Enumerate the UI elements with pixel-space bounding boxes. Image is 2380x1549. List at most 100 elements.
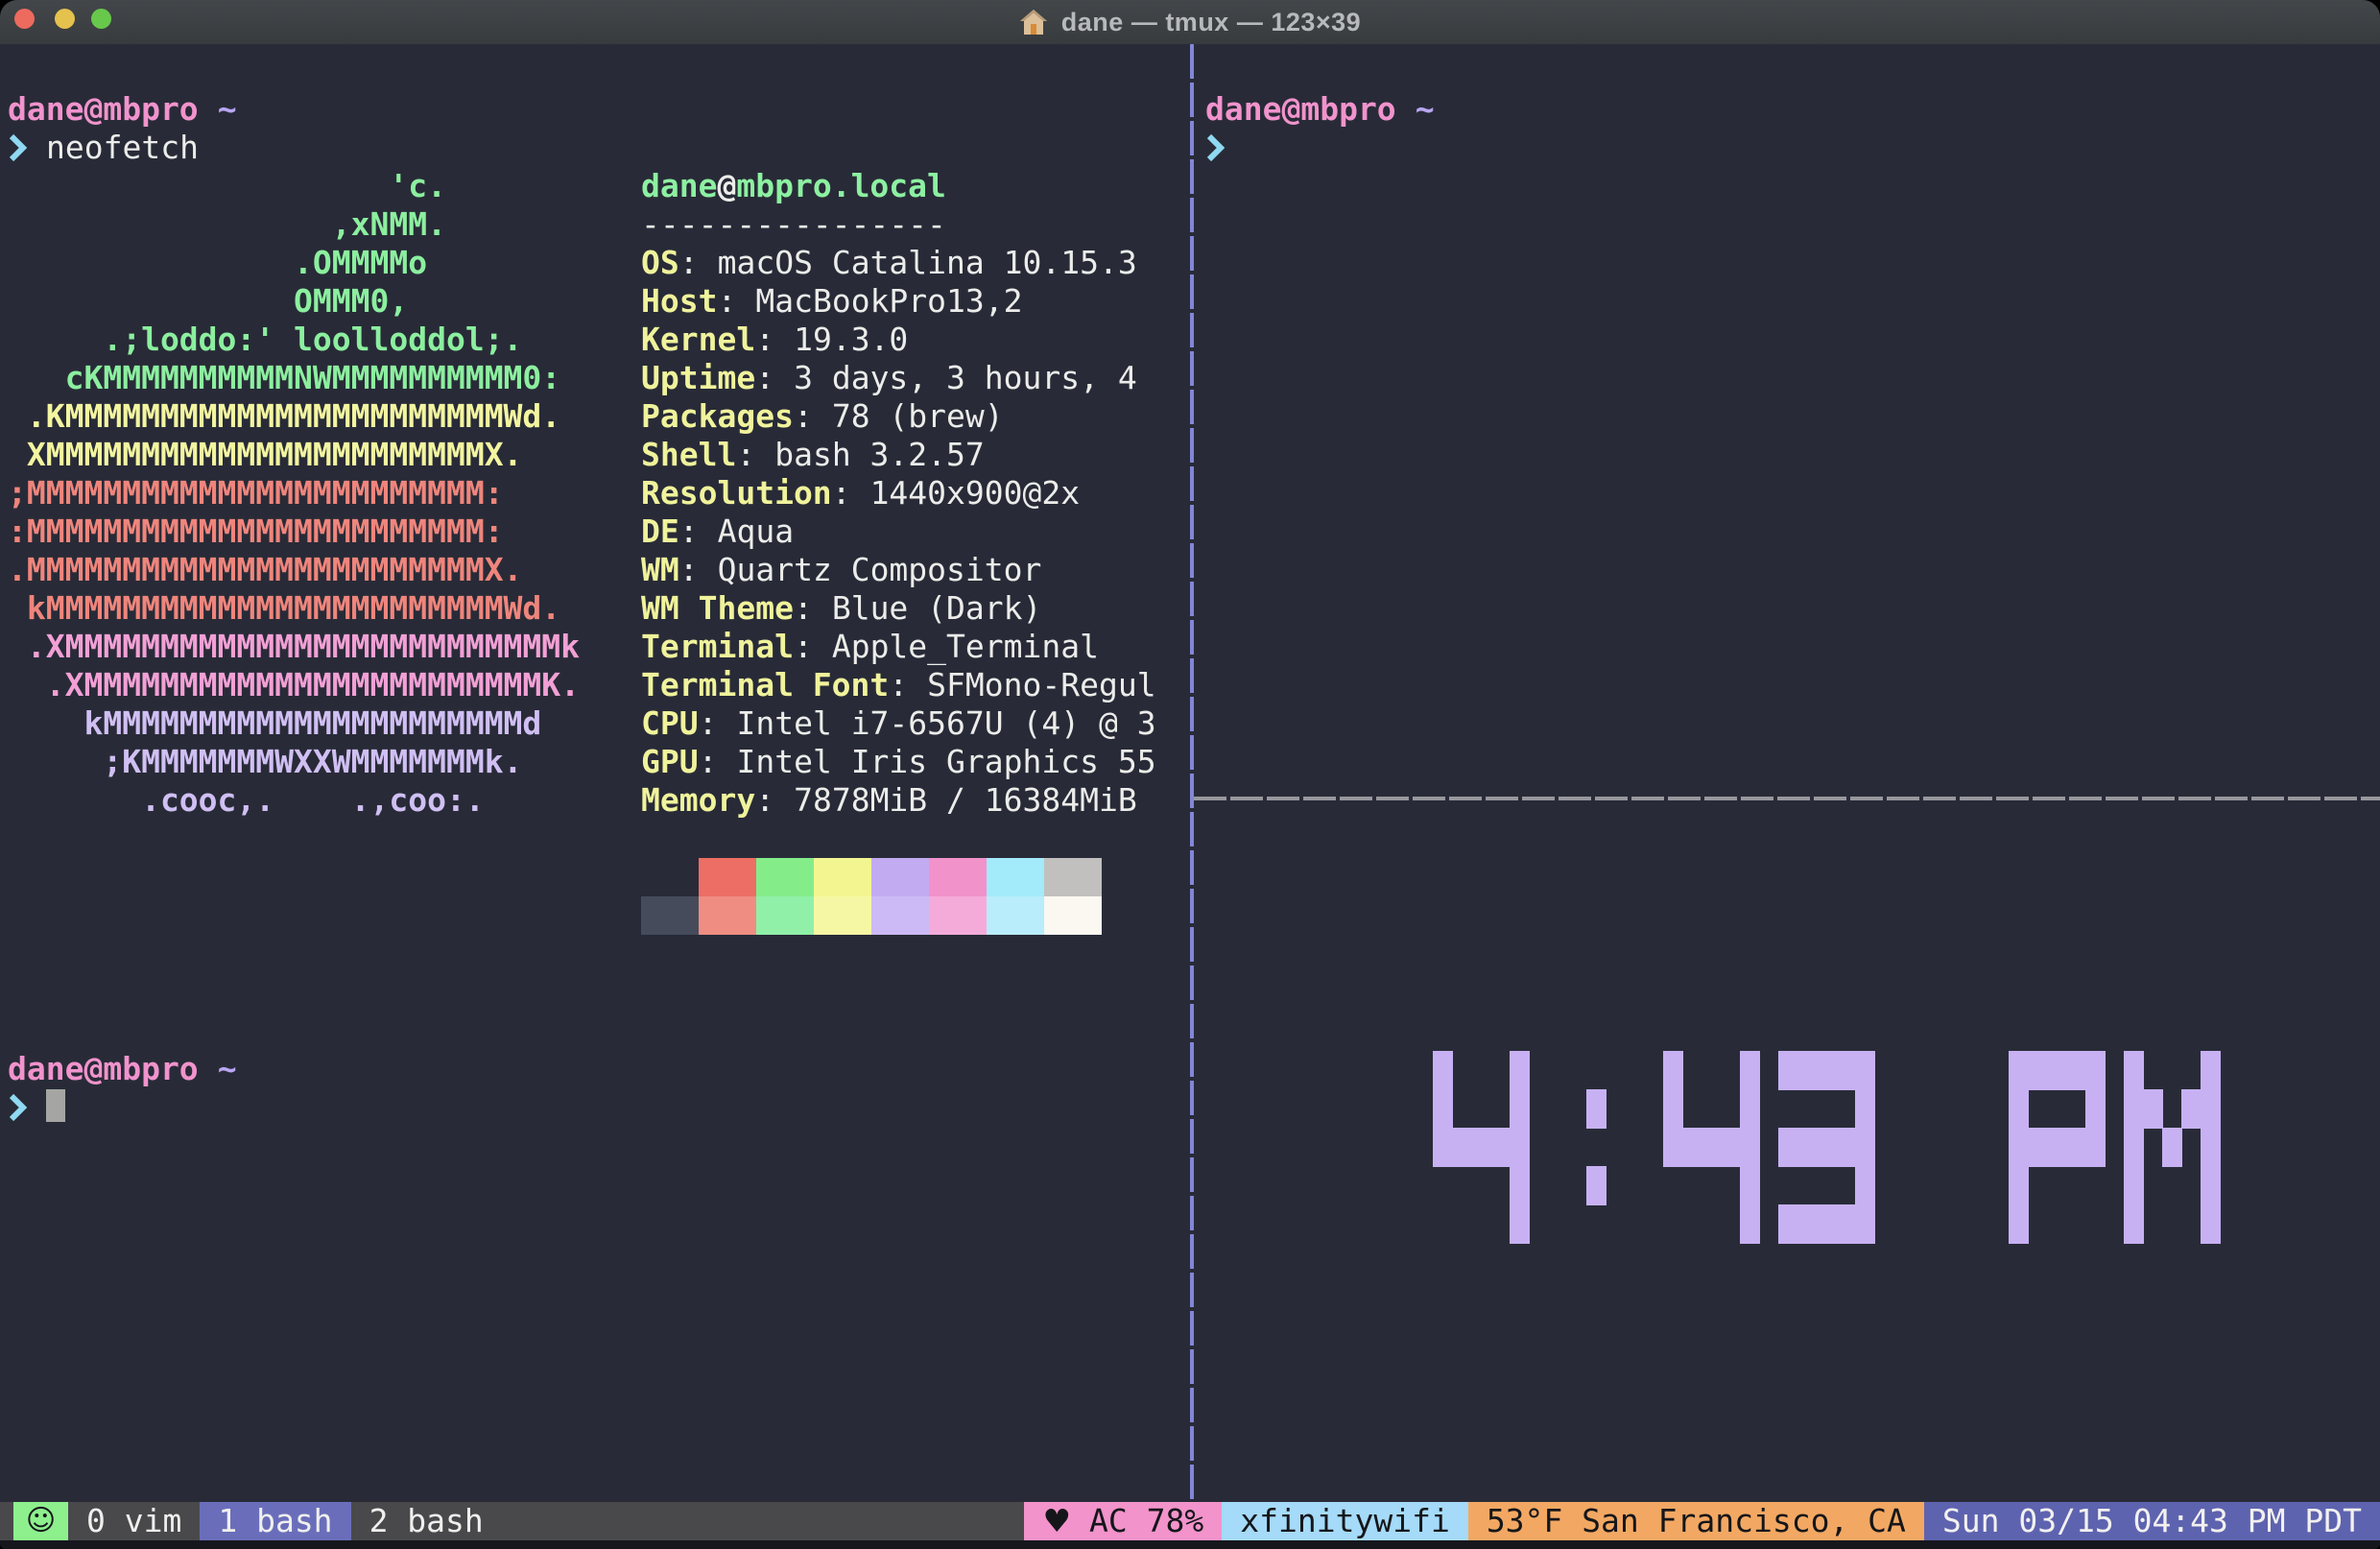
clock-pixel xyxy=(1740,1166,1760,1205)
status-segment-text: AC 78% xyxy=(1089,1502,1204,1539)
neofetch-info-value: Aqua xyxy=(717,512,795,550)
clock-pixel xyxy=(1740,1051,1760,1090)
neofetch-info-label: Uptime xyxy=(641,359,756,396)
clock-pixel xyxy=(2085,1051,2106,1090)
status-segment-3: Sun 03/15 04:43 PM PDT xyxy=(1923,1502,2380,1540)
window-tab-0-vim[interactable]: 0 vim xyxy=(68,1502,200,1540)
clock-pixel xyxy=(2124,1051,2144,1090)
clock-pixel xyxy=(1433,1128,1453,1167)
clock-pixel xyxy=(2124,1089,2144,1129)
prompt-chevron-icon xyxy=(9,133,27,162)
pane-divider-horizontal[interactable] xyxy=(1194,797,2380,800)
minimize-button[interactable] xyxy=(55,9,75,29)
neofetch-info-colon: : xyxy=(717,282,737,320)
clock-pixel xyxy=(1471,1128,1491,1167)
neofetch-info-value: MacBookPro13,2 xyxy=(755,282,1023,320)
neofetch-info-label: CPU xyxy=(641,704,699,742)
zoom-button[interactable] xyxy=(91,9,111,29)
clock-pixel xyxy=(2201,1166,2221,1205)
neofetch-info-label: OS xyxy=(641,244,679,281)
neofetch-row: .OMMMMo OS: macOS Catalina 10.15.3 xyxy=(8,244,1186,282)
prompt-user: dane@mbpro xyxy=(1205,90,1396,128)
neofetch-info-value: Blue (Dark) xyxy=(831,589,1042,627)
window-tab-1-bash[interactable]: 1 bash xyxy=(200,1502,351,1540)
house-icon xyxy=(1019,10,1047,35)
prompt-user: dane@mbpro xyxy=(8,1050,199,1087)
clock-pixel xyxy=(1510,1204,1530,1244)
palette-swatch xyxy=(987,896,1044,935)
neofetch-info-colon: : xyxy=(678,512,699,550)
neofetch-info-line: Uptime: 3 days, 3 hours, 4 xyxy=(641,359,1137,397)
neofetch-info-value: 3 days, 3 hours, 4 xyxy=(794,359,1137,396)
prompt-chevron-icon xyxy=(9,1093,27,1122)
clock-pixel xyxy=(2009,1204,2029,1244)
clock-pixel xyxy=(1490,1128,1511,1167)
clock-pixel xyxy=(1586,1166,1606,1205)
clock-pixel xyxy=(1855,1051,1875,1090)
status-segment-0: ♥ AC 78% xyxy=(1024,1502,1223,1540)
neofetch-info-line: CPU: Intel i7-6567U (4) @ 3 xyxy=(641,704,1156,743)
clock-pixel xyxy=(1797,1128,1818,1167)
neofetch-info-label: Kernel xyxy=(641,321,756,358)
close-button[interactable] xyxy=(14,9,35,29)
right-pane-top[interactable]: dane@mbpro ~ xyxy=(1205,52,2372,167)
neofetch-info-value: 1440x900@2x xyxy=(869,474,1081,512)
clock-pixel xyxy=(1433,1051,1453,1090)
clock-pixel xyxy=(1817,1204,1837,1244)
neofetch-row: ,xNMM. ---------------- xyxy=(8,205,1186,244)
clock-pixel xyxy=(2028,1051,2048,1090)
neofetch-at: @ xyxy=(717,167,737,204)
clock-pixel xyxy=(1740,1089,1760,1129)
clock-pixel xyxy=(1836,1204,1856,1244)
prompt-line: dane@mbpro ~ xyxy=(1205,90,2372,129)
neofetch-info-colon: : xyxy=(698,704,718,742)
clock-pixel xyxy=(1663,1051,1683,1090)
neofetch-info-value: Intel i7-6567U (4) @ 3 xyxy=(736,704,1156,742)
session-indicator[interactable]: ☺ xyxy=(13,1502,68,1540)
prompt-user: dane@mbpro xyxy=(8,90,199,128)
neofetch-info-label: WM xyxy=(641,551,679,588)
clock-pixel xyxy=(1855,1128,1875,1167)
prompt-line: dane@mbpro ~ xyxy=(8,90,1186,129)
prompt-chevron-line xyxy=(1205,129,2372,167)
neofetch-art-line: .XMMMMMMMMMMMMMMMMMMMMMMMMMMk xyxy=(8,628,581,665)
neofetch-user: dane xyxy=(641,167,718,204)
neofetch-info-colon: : xyxy=(678,551,699,588)
window-tab-2-bash[interactable]: 2 bash xyxy=(351,1502,502,1540)
prompt-line: dane@mbpro ~ xyxy=(8,1050,1186,1088)
clock-pixel xyxy=(1721,1128,1741,1167)
prompt-chevron-icon xyxy=(1206,133,1225,162)
clock-pixel xyxy=(2009,1128,2029,1167)
clock xyxy=(1433,1051,2221,1244)
clock-pixel xyxy=(2009,1089,2029,1129)
palette-swatch xyxy=(699,896,756,935)
neofetch-info-line: Kernel: 19.3.0 xyxy=(641,321,908,359)
palette-swatch xyxy=(641,858,699,896)
titlebar[interactable]: dane — tmux — 123×39 xyxy=(0,0,2380,45)
status-segment-1: xfinitywifi xyxy=(1222,1502,1468,1540)
neofetch-row: .XMMMMMMMMMMMMMMMMMMMMMMMMK. Terminal Fon… xyxy=(8,666,1186,704)
neofetch-info-colon: : xyxy=(755,321,775,358)
neofetch-info-colon: : xyxy=(889,666,909,703)
neofetch-row: cKMMMMMMMMMMNWMMMMMMMMMM0: Uptime: 3 days,… xyxy=(8,359,1186,397)
palette-swatch xyxy=(756,896,814,935)
neofetch-info-value: Apple_Terminal xyxy=(831,628,1099,665)
left-pane[interactable]: dane@mbpro ~ neofetch 'c. dane@mbpro.local… xyxy=(8,52,1186,1127)
palette-row-1 xyxy=(8,858,1186,896)
neofetch-info-label: DE xyxy=(641,512,679,550)
heart-icon: ♥ xyxy=(1042,1502,1072,1539)
neofetch-info-line: GPU: Intel Iris Graphics 55 xyxy=(641,743,1156,781)
neofetch-row: XMMMMMMMMMMMMMMMMMMMMMMMX. Shell: bash 3.2… xyxy=(8,436,1186,474)
palette-swatch xyxy=(871,858,929,896)
prompt-path: ~ xyxy=(1415,90,1435,128)
neofetch-row: .cooc,. .,coo:. Memory: 7878MiB / 16384MiB xyxy=(8,781,1186,820)
pane-divider-vertical[interactable] xyxy=(1190,44,1194,1502)
neofetch-info-label: Memory xyxy=(641,781,756,819)
neofetch-info-value: macOS Catalina 10.15.3 xyxy=(717,244,1137,281)
clock-pixel xyxy=(1778,1051,1798,1090)
clock-pixel xyxy=(2066,1128,2086,1167)
neofetch-info-colon: : xyxy=(755,781,775,819)
